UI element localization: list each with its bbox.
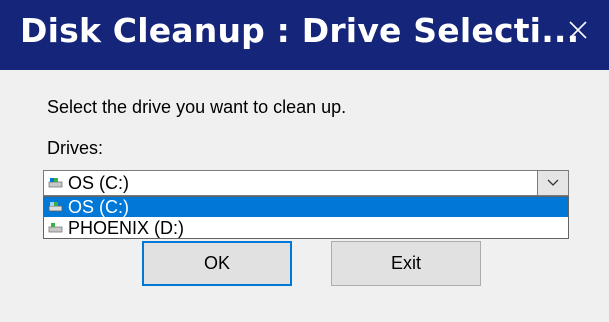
system-drive-icon — [48, 178, 63, 188]
drives-combobox[interactable]: OS (C:) — [43, 170, 569, 196]
selected-drive: OS (C:) — [68, 173, 129, 193]
drives-dropdown-list: OS (C:) PHOENIX (D:) — [43, 196, 569, 239]
window-title: Disk Cleanup : Drive Selecti... — [20, 11, 580, 50]
close-icon — [569, 21, 587, 39]
dropdown-button[interactable] — [537, 170, 569, 196]
drive-option-label: OS (C:) — [68, 197, 129, 217]
drives-label: Drives: — [47, 138, 104, 158]
exit-button[interactable]: Exit — [331, 241, 481, 286]
chevron-down-icon — [547, 179, 559, 186]
drive-option-c[interactable]: OS (C:) — [44, 197, 568, 217]
ok-button[interactable]: OK — [142, 241, 292, 286]
drive-option-d[interactable]: PHOENIX (D:) — [44, 218, 568, 238]
prompt-text: Select the drive you want to clean up. — [47, 97, 347, 117]
drive-option-label: PHOENIX (D:) — [68, 218, 185, 238]
title-bar[interactable]: Disk Cleanup : Drive Selecti... — [0, 0, 609, 70]
data-drive-icon — [48, 223, 63, 233]
system-drive-icon — [48, 202, 63, 212]
close-button[interactable] — [556, 14, 600, 56]
